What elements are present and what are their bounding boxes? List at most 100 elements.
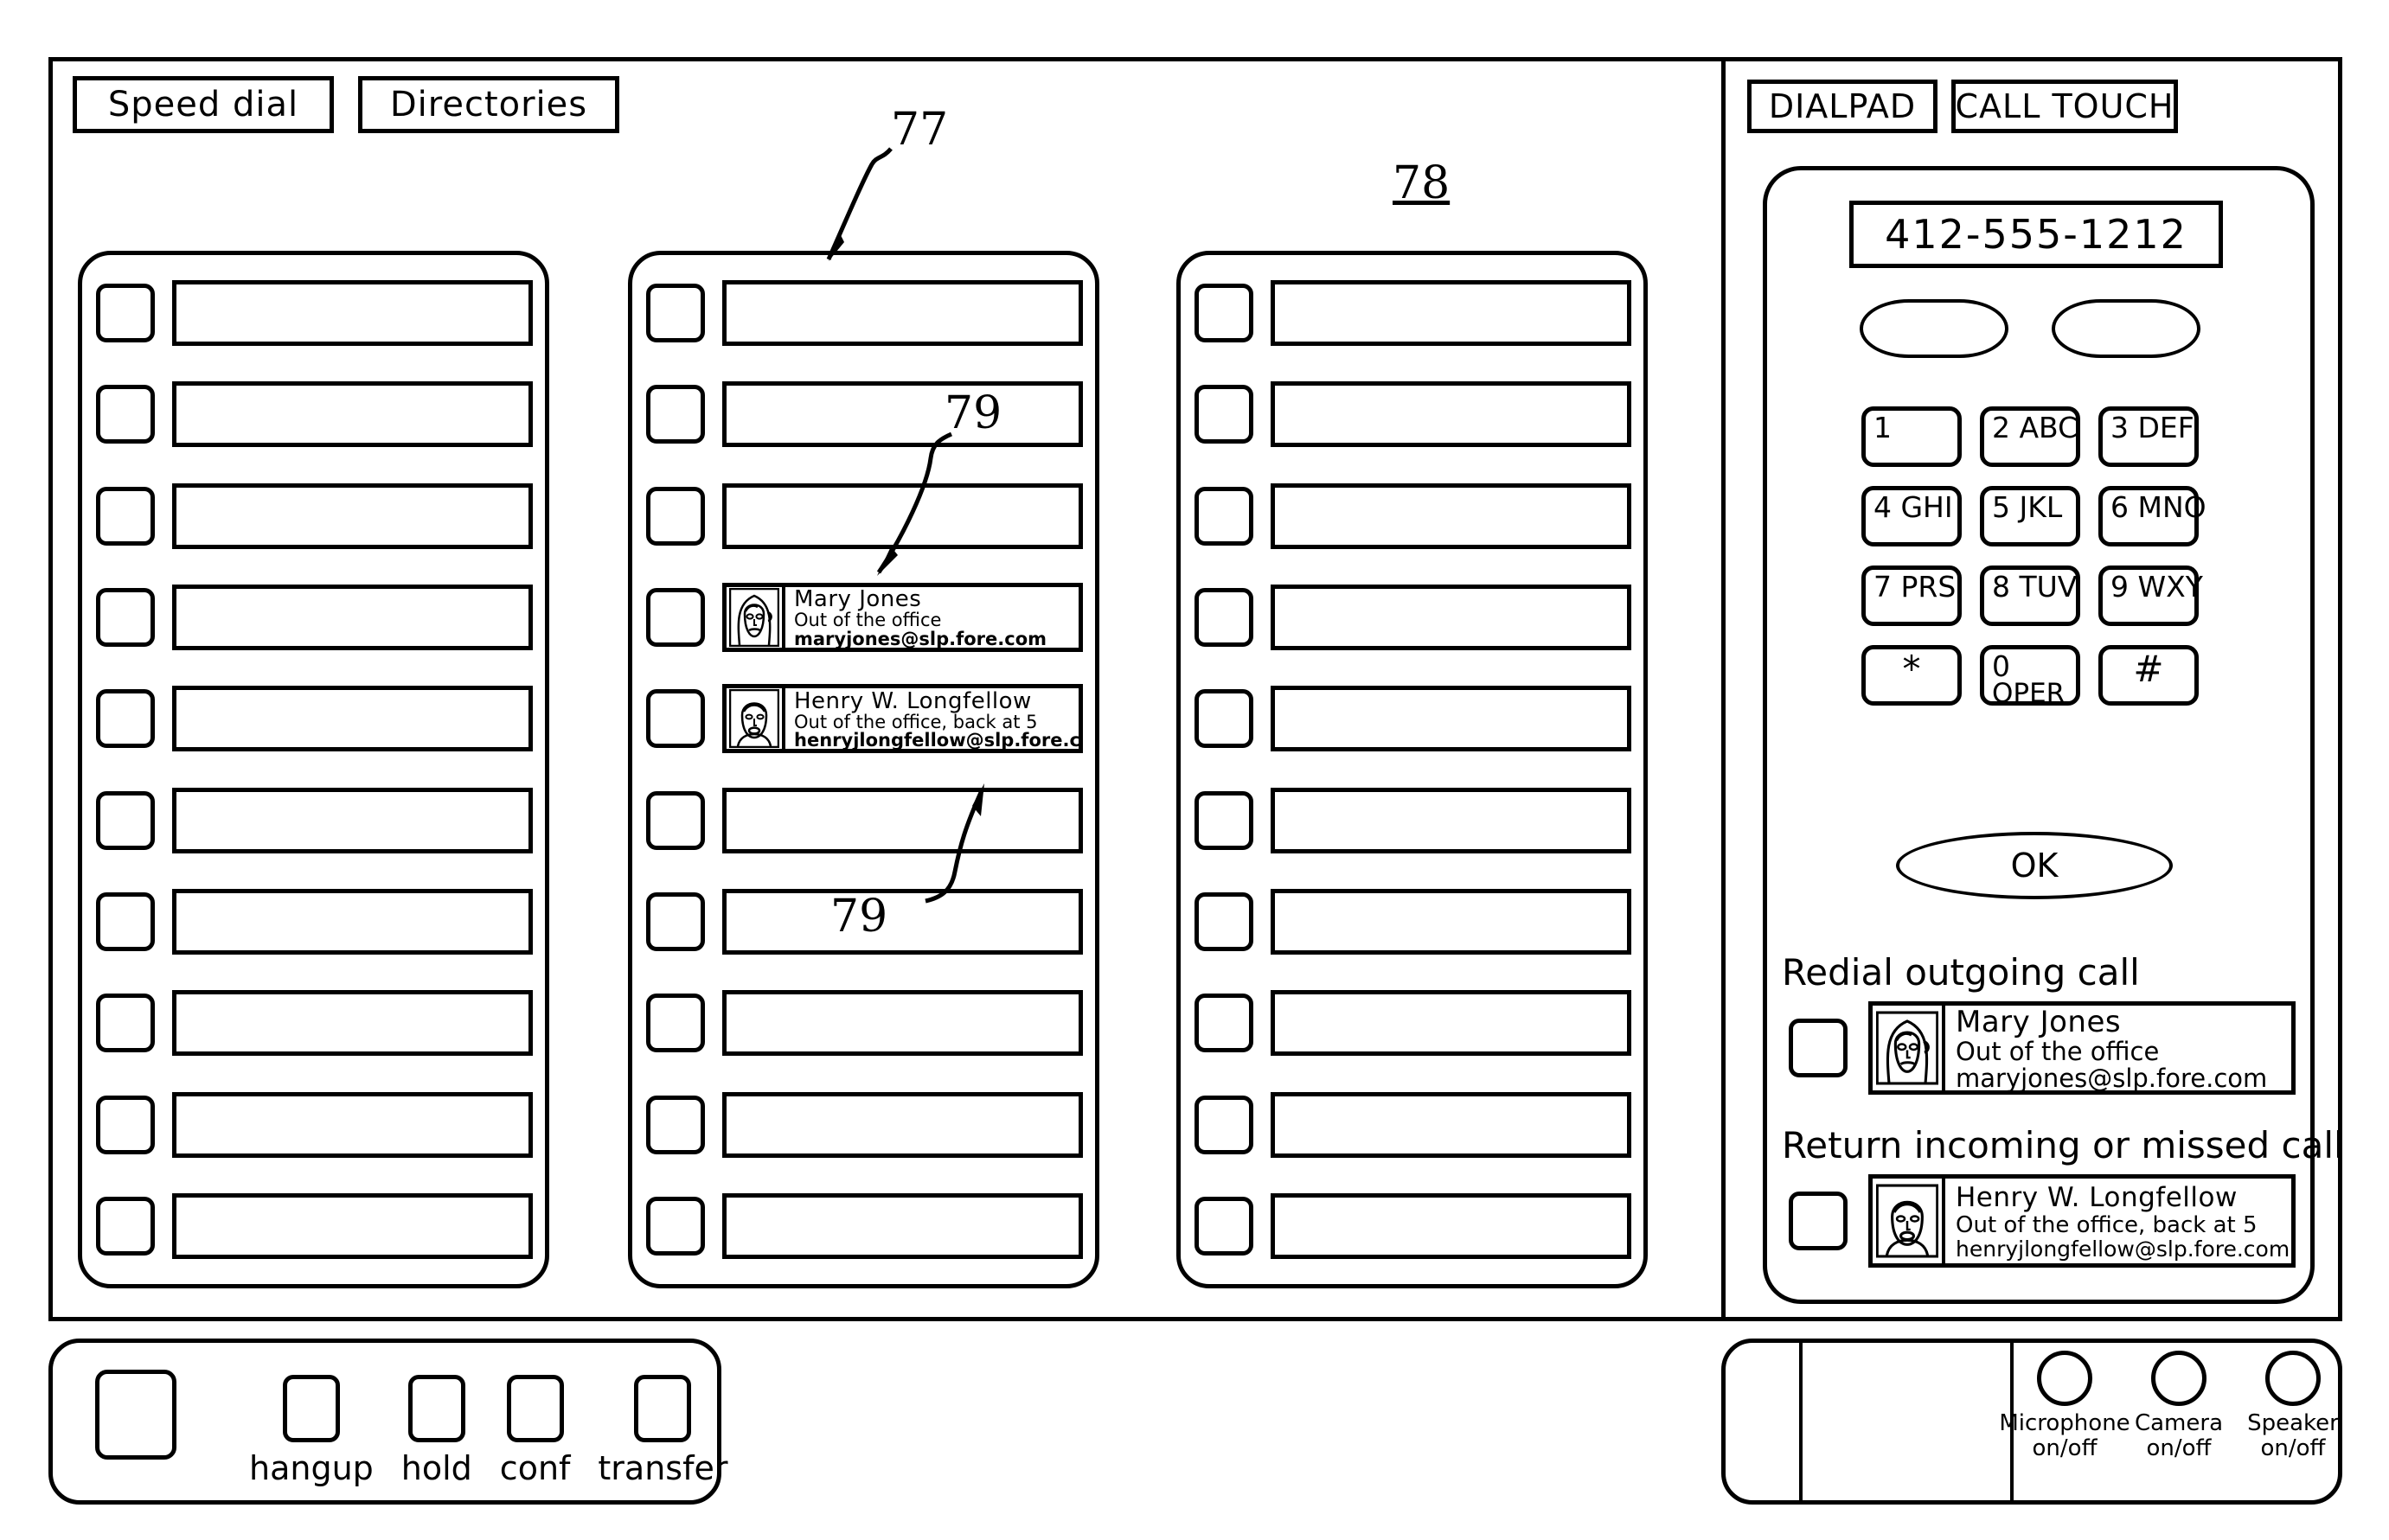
speed-dial-key[interactable] — [646, 385, 705, 444]
speed-dial-key[interactable] — [96, 385, 155, 444]
dialpad-key-star[interactable]: * — [1861, 645, 1962, 706]
tab-speed-dial[interactable]: Speed dial — [73, 76, 334, 133]
speed-dial-empty-slot[interactable] — [1271, 1091, 1631, 1158]
speed-dial-column-3 — [1176, 251, 1648, 1288]
tab-call-touch[interactable]: CALL TOUCH — [1951, 80, 2178, 133]
speed-dial-empty-slot[interactable] — [1271, 1192, 1631, 1259]
speed-dial-key[interactable] — [1194, 587, 1253, 647]
speed-dial-empty-slot[interactable] — [722, 990, 1083, 1057]
primary-call-button[interactable] — [95, 1370, 176, 1460]
speed-dial-empty-slot[interactable] — [172, 584, 533, 650]
speed-dial-empty-slot[interactable] — [722, 381, 1083, 448]
call-function-conf[interactable]: conf — [500, 1375, 570, 1487]
call-function-key[interactable] — [634, 1375, 692, 1442]
speed-dial-key[interactable] — [96, 1095, 155, 1154]
dialpad-key-8[interactable]: 8 TUV — [1980, 566, 2080, 626]
speed-dial-empty-slot[interactable] — [172, 482, 533, 549]
speaker-toggle-icon[interactable]: Speaker on/off — [2244, 1351, 2342, 1461]
speed-dial-key[interactable] — [646, 790, 705, 850]
dialpad-key-3[interactable]: 3 DEF — [2098, 406, 2199, 467]
dialpad-key-0[interactable]: 0 OPER — [1980, 645, 2080, 707]
speed-dial-empty-slot[interactable] — [172, 787, 533, 853]
camera-toggle-icon[interactable]: Camera on/off — [2130, 1351, 2228, 1461]
av-toggle-circle[interactable] — [2151, 1351, 2206, 1406]
call-function-transfer[interactable]: transfer — [598, 1375, 727, 1487]
speed-dial-key[interactable] — [96, 689, 155, 749]
speed-dial-empty-slot[interactable] — [722, 1091, 1083, 1158]
speed-dial-key[interactable] — [646, 1095, 705, 1154]
speed-dial-key[interactable] — [646, 486, 705, 546]
speed-dial-key[interactable] — [1194, 1095, 1253, 1154]
speed-dial-key[interactable] — [646, 1196, 705, 1256]
speed-dial-empty-slot[interactable] — [1271, 584, 1631, 650]
speed-dial-key[interactable] — [646, 994, 705, 1053]
speed-dial-key[interactable] — [646, 284, 705, 342]
speed-dial-key[interactable] — [96, 587, 155, 647]
speed-dial-empty-slot[interactable] — [1271, 280, 1631, 346]
speed-dial-empty-slot[interactable] — [1271, 686, 1631, 752]
speed-dial-empty-slot[interactable] — [172, 1091, 533, 1158]
tab-dialpad[interactable]: DIALPAD — [1747, 80, 1937, 133]
av-toggle-circle[interactable] — [2037, 1351, 2092, 1406]
speed-dial-empty-slot[interactable] — [172, 686, 533, 752]
dialpad-key-pound[interactable]: # — [2098, 645, 2199, 706]
speed-dial-empty-slot[interactable] — [1271, 482, 1631, 549]
dialpad-key-6[interactable]: 6 MNO — [2098, 486, 2206, 546]
speed-dial-key[interactable] — [646, 689, 705, 749]
speed-dial-key[interactable] — [1194, 790, 1253, 850]
ok-button[interactable]: OK — [1896, 832, 2173, 899]
redial-checkbox[interactable] — [1789, 1019, 1848, 1077]
dialpad-key-5[interactable]: 5 JKL — [1980, 486, 2080, 546]
tab-directories[interactable]: Directories — [358, 76, 619, 133]
call-function-key[interactable] — [282, 1375, 340, 1442]
speed-dial-empty-slot[interactable] — [722, 787, 1083, 853]
speed-dial-empty-slot[interactable] — [1271, 381, 1631, 448]
speed-dial-empty-slot[interactable] — [172, 381, 533, 448]
av-toggle-circle[interactable] — [2265, 1351, 2321, 1406]
dialpad-key-2[interactable]: 2 ABC — [1980, 406, 2080, 467]
speed-dial-key[interactable] — [1194, 994, 1253, 1053]
call-function-hangup[interactable]: hangup — [249, 1375, 374, 1487]
call-function-key[interactable] — [407, 1375, 465, 1442]
speed-dial-empty-slot[interactable] — [172, 990, 533, 1057]
speed-dial-key[interactable] — [646, 587, 705, 647]
speed-dial-key[interactable] — [96, 994, 155, 1053]
dialpad-key-9[interactable]: 9 WXY — [2098, 566, 2203, 626]
speed-dial-empty-slot[interactable] — [172, 1192, 533, 1259]
speed-dial-empty-slot[interactable] — [722, 482, 1083, 549]
speed-dial-contact-card[interactable]: Henry W. Longfellow Out of the office, ba… — [722, 684, 1083, 754]
speed-dial-empty-slot[interactable] — [172, 280, 533, 346]
speed-dial-key[interactable] — [646, 891, 705, 951]
speed-dial-key[interactable] — [1194, 284, 1253, 342]
speed-dial-key[interactable] — [1194, 891, 1253, 951]
speed-dial-empty-slot[interactable] — [722, 1192, 1083, 1259]
speed-dial-key[interactable] — [96, 790, 155, 850]
call-function-hold[interactable]: hold — [401, 1375, 472, 1487]
speed-dial-empty-slot[interactable] — [172, 888, 533, 955]
speed-dial-empty-slot[interactable] — [1271, 787, 1631, 853]
speed-dial-empty-slot[interactable] — [1271, 990, 1631, 1057]
speed-dial-key[interactable] — [96, 486, 155, 546]
phone-number-display[interactable]: 412-555-1212 — [1849, 201, 2223, 268]
speed-dial-key[interactable] — [96, 1196, 155, 1256]
speed-dial-key[interactable] — [1194, 1196, 1253, 1256]
speed-dial-key[interactable] — [1194, 385, 1253, 444]
call-function-key[interactable] — [506, 1375, 564, 1442]
speed-dial-key[interactable] — [1194, 486, 1253, 546]
speed-dial-key[interactable] — [1194, 689, 1253, 749]
dialpad-key-1[interactable]: 1 — [1861, 406, 1962, 467]
return-contact-card[interactable]: Henry W. Longfellow Out of the office, b… — [1868, 1174, 2296, 1268]
dialpad-key-4[interactable]: 4 GHI — [1861, 486, 1962, 546]
dialpad-soft-button-left[interactable] — [1860, 299, 2008, 358]
speed-dial-contact-card[interactable]: Mary Jones Out of the office maryjones@slp… — [722, 582, 1083, 652]
speed-dial-key[interactable] — [96, 284, 155, 342]
speed-dial-empty-slot[interactable] — [722, 888, 1083, 955]
redial-contact-card[interactable]: Mary Jones Out of the office maryjones@s… — [1868, 1001, 2296, 1095]
dialpad-soft-button-right[interactable] — [2052, 299, 2200, 358]
dialpad-key-7[interactable]: 7 PRS — [1861, 566, 1962, 626]
return-call-checkbox[interactable] — [1789, 1192, 1848, 1250]
speed-dial-key[interactable] — [96, 891, 155, 951]
speed-dial-empty-slot[interactable] — [1271, 888, 1631, 955]
speed-dial-empty-slot[interactable] — [722, 280, 1083, 346]
microphone-toggle-icon[interactable]: Microphone on/off — [1999, 1351, 2130, 1461]
